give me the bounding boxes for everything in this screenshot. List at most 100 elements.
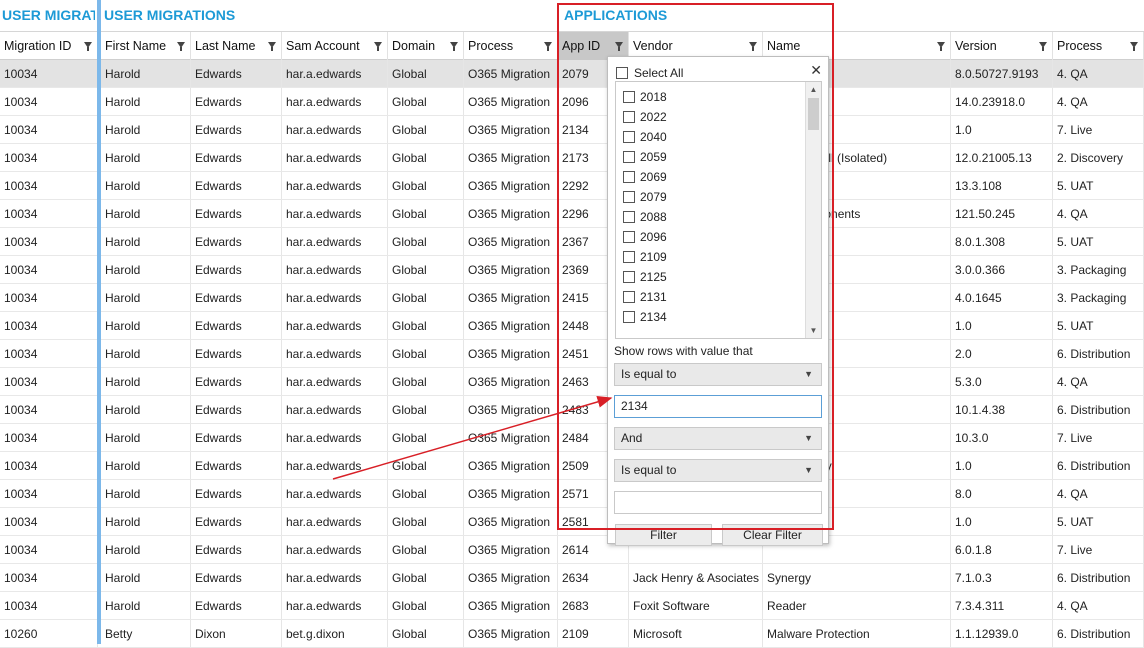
cell-domain: Global bbox=[388, 88, 464, 115]
cell-migration-id: 10034 bbox=[0, 228, 98, 255]
cell-first-name: Harold bbox=[101, 452, 191, 479]
filter-icon[interactable] bbox=[544, 42, 552, 51]
cell-migration-id: 10034 bbox=[0, 116, 98, 143]
panel-splitter[interactable] bbox=[97, 0, 101, 644]
cell-version: 8.0.1.308 bbox=[951, 228, 1053, 255]
cell-process: O365 Migration bbox=[464, 536, 558, 563]
cell-process: O365 Migration bbox=[464, 172, 558, 199]
cell-domain: Global bbox=[388, 564, 464, 591]
cell-process: O365 Migration bbox=[464, 116, 558, 143]
cell-sam-account: har.a.edwards bbox=[282, 284, 388, 311]
cell-process-app: 7. Live bbox=[1053, 536, 1144, 563]
cell-process-app: 6. Distribution bbox=[1053, 340, 1144, 367]
cell-migration-id: 10034 bbox=[0, 508, 98, 535]
column-header-sam-account[interactable]: Sam Account bbox=[282, 32, 388, 60]
column-header-label: Process bbox=[468, 39, 514, 53]
cell-sam-account: har.a.edwards bbox=[282, 340, 388, 367]
cell-domain: Global bbox=[388, 396, 464, 423]
cell-process-app: 4. QA bbox=[1053, 480, 1144, 507]
cell-first-name: Harold bbox=[101, 144, 191, 171]
column-header-version[interactable]: Version bbox=[951, 32, 1053, 60]
column-header-process[interactable]: Process bbox=[464, 32, 558, 60]
cell-last-name: Edwards bbox=[191, 368, 282, 395]
cell-process-app: 5. UAT bbox=[1053, 172, 1144, 199]
cell-first-name: Harold bbox=[101, 508, 191, 535]
cell-app-id: 2683 bbox=[558, 592, 629, 619]
cell-migration-id: 10034 bbox=[0, 144, 98, 171]
cell-domain: Global bbox=[388, 228, 464, 255]
cell-domain: Global bbox=[388, 312, 464, 339]
cell-last-name: Edwards bbox=[191, 172, 282, 199]
table-row[interactable]: 10034 Harold Edwards har.a.edwards Global O36… bbox=[0, 536, 1144, 564]
cell-process-app: 6. Distribution bbox=[1053, 564, 1144, 591]
cell-last-name: Edwards bbox=[191, 508, 282, 535]
cell-migration-id: 10034 bbox=[0, 564, 98, 591]
cell-app-id: 2109 bbox=[558, 620, 629, 647]
cell-last-name: Edwards bbox=[191, 480, 282, 507]
cell-sam-account: har.a.edwards bbox=[282, 116, 388, 143]
cell-domain: Global bbox=[388, 536, 464, 563]
cell-sam-account: har.a.edwards bbox=[282, 564, 388, 591]
table-row[interactable]: 10034 Harold Edwards har.a.edwards Global O36… bbox=[0, 564, 1144, 592]
cell-version: 12.0.21005.13 bbox=[951, 144, 1053, 171]
filter-icon[interactable] bbox=[177, 42, 185, 51]
cell-process-app: 5. UAT bbox=[1053, 228, 1144, 255]
filter-icon[interactable] bbox=[84, 42, 92, 51]
cell-sam-account: bet.g.dixon bbox=[282, 620, 388, 647]
column-header-process-app[interactable]: Process bbox=[1053, 32, 1144, 60]
column-header-domain[interactable]: Domain bbox=[388, 32, 464, 60]
cell-version: 7.1.0.3 bbox=[951, 564, 1053, 591]
cell-migration-id: 10034 bbox=[0, 480, 98, 507]
cell-process: O365 Migration bbox=[464, 200, 558, 227]
cell-process: O365 Migration bbox=[464, 368, 558, 395]
cell-version: 1.0 bbox=[951, 116, 1053, 143]
column-header-last-name[interactable]: Last Name bbox=[191, 32, 282, 60]
cell-migration-id: 10034 bbox=[0, 536, 98, 563]
cell-first-name: Harold bbox=[101, 284, 191, 311]
column-header-label: Process bbox=[1057, 39, 1103, 53]
column-header-migration-id[interactable]: Migration ID bbox=[0, 32, 98, 60]
cell-domain: Global bbox=[388, 340, 464, 367]
cell-version: 5.3.0 bbox=[951, 368, 1053, 395]
cell-domain: Global bbox=[388, 508, 464, 535]
cell-last-name: Edwards bbox=[191, 88, 282, 115]
cell-vendor: Jack Henry & Asociates bbox=[629, 564, 763, 591]
cell-app-id: 2634 bbox=[558, 564, 629, 591]
cell-first-name: Harold bbox=[101, 396, 191, 423]
filter-icon[interactable] bbox=[450, 42, 458, 51]
cell-sam-account: har.a.edwards bbox=[282, 508, 388, 535]
cell-last-name: Edwards bbox=[191, 312, 282, 339]
cell-version: 6.0.1.8 bbox=[951, 536, 1053, 563]
column-header-first-name[interactable]: First Name bbox=[101, 32, 191, 60]
cell-sam-account: har.a.edwards bbox=[282, 228, 388, 255]
cell-first-name: Harold bbox=[101, 592, 191, 619]
cell-domain: Global bbox=[388, 256, 464, 283]
cell-domain: Global bbox=[388, 592, 464, 619]
cell-sam-account: har.a.edwards bbox=[282, 452, 388, 479]
filter-icon[interactable] bbox=[1039, 42, 1047, 51]
column-header-label: Version bbox=[955, 39, 997, 53]
cell-process-app: 7. Live bbox=[1053, 116, 1144, 143]
filter-icon[interactable] bbox=[1130, 42, 1138, 51]
cell-process: O365 Migration bbox=[464, 508, 558, 535]
cell-process-app: 6. Distribution bbox=[1053, 396, 1144, 423]
cell-version: 1.0 bbox=[951, 312, 1053, 339]
cell-domain: Global bbox=[388, 480, 464, 507]
cell-first-name: Harold bbox=[101, 480, 191, 507]
filter-icon[interactable] bbox=[374, 42, 382, 51]
cell-domain: Global bbox=[388, 144, 464, 171]
cell-domain: Global bbox=[388, 424, 464, 451]
cell-process-app: 4. QA bbox=[1053, 200, 1144, 227]
cell-first-name: Harold bbox=[101, 172, 191, 199]
cell-process-app: 4. QA bbox=[1053, 592, 1144, 619]
cell-first-name: Harold bbox=[101, 312, 191, 339]
cell-first-name: Harold bbox=[101, 60, 191, 87]
cell-migration-id: 10034 bbox=[0, 396, 98, 423]
annotation-highlight-box bbox=[557, 3, 834, 530]
filter-icon[interactable] bbox=[268, 42, 276, 51]
cell-first-name: Harold bbox=[101, 424, 191, 451]
filter-icon[interactable] bbox=[937, 42, 945, 51]
cell-version: 13.3.108 bbox=[951, 172, 1053, 199]
table-row[interactable]: 10034 Harold Edwards har.a.edwards Global O36… bbox=[0, 592, 1144, 620]
cell-first-name: Harold bbox=[101, 200, 191, 227]
